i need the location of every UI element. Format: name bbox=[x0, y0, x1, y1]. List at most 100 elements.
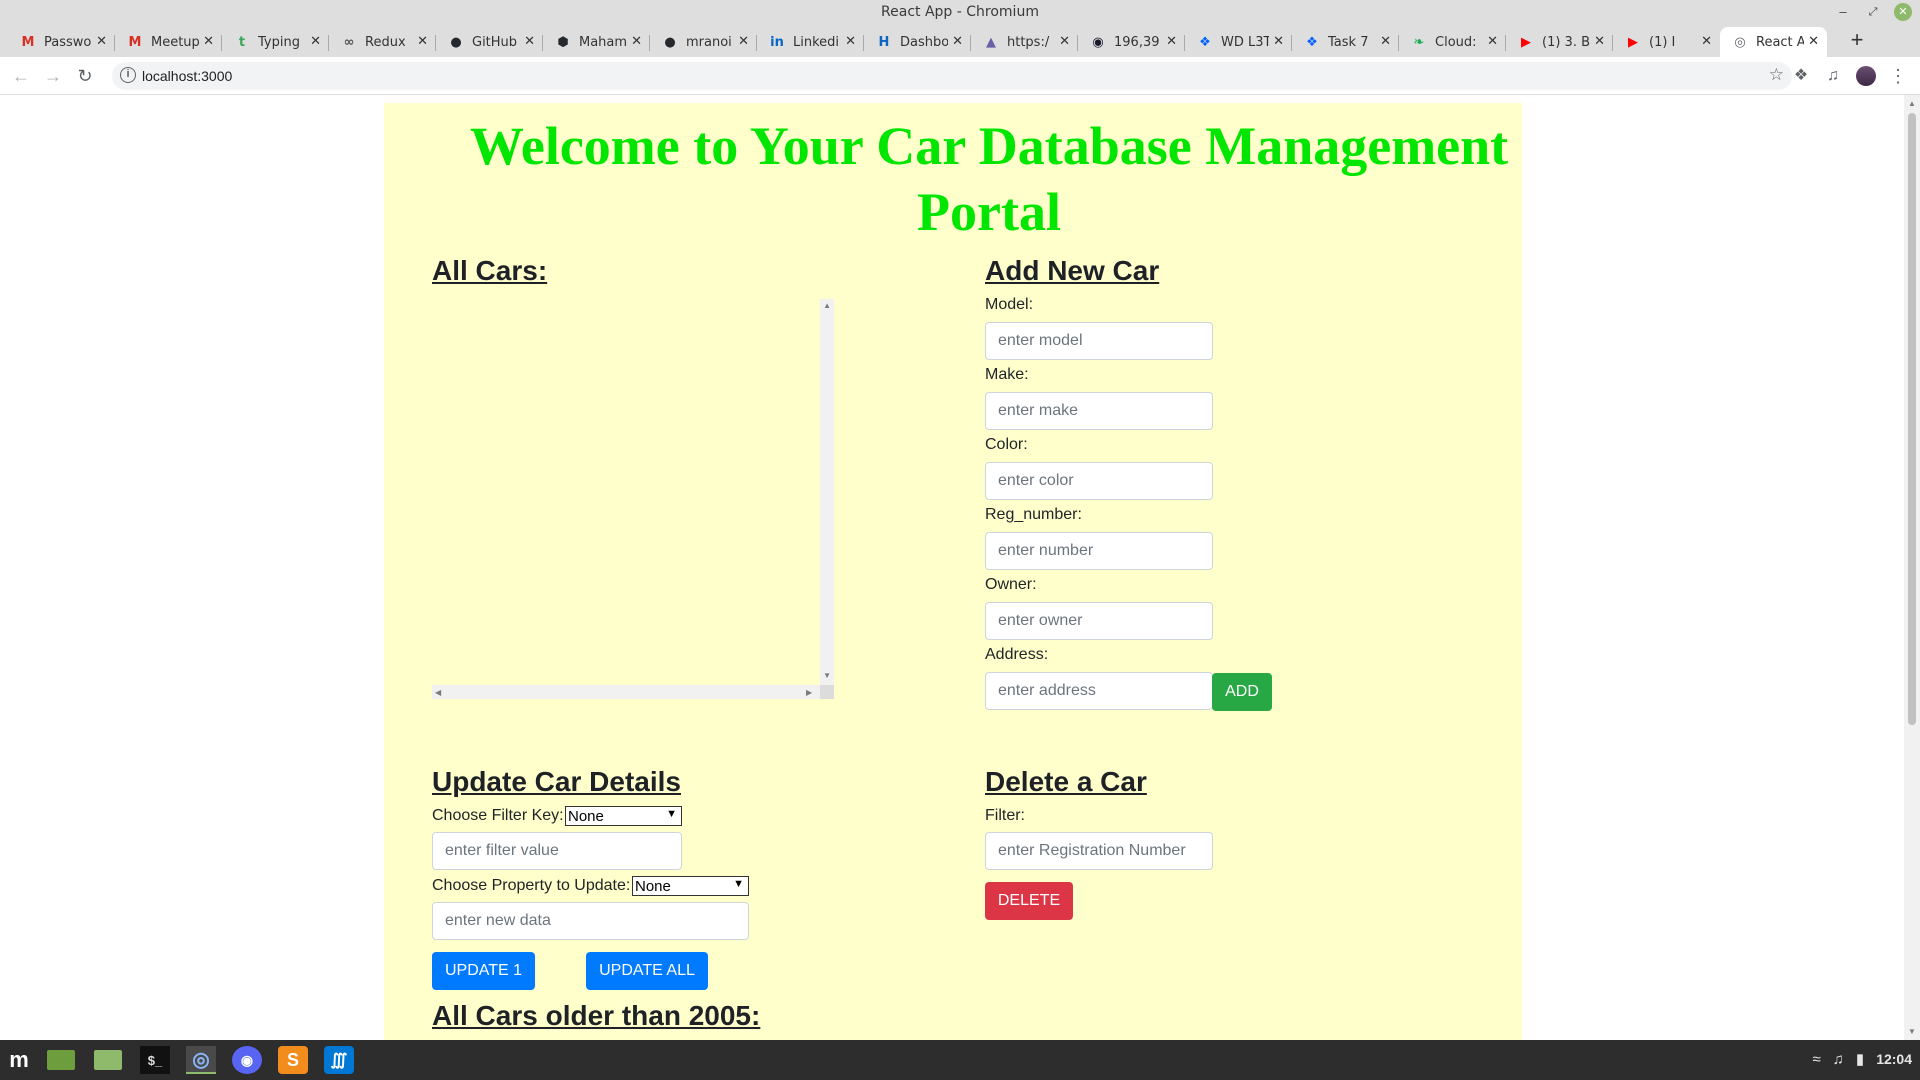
clock[interactable]: 12:04 bbox=[1876, 1051, 1912, 1067]
reload-icon[interactable]: ↻ bbox=[74, 65, 96, 87]
browser-tab[interactable]: ∞ Redux ✕ bbox=[329, 27, 436, 57]
browser-tab[interactable]: M Meetup ✕ bbox=[115, 27, 222, 57]
property-label: Choose Property to Update: bbox=[432, 877, 631, 894]
tab-title: Cloud: bbox=[1435, 34, 1477, 50]
browser-tab[interactable]: ▶ (1) 3. B ✕ bbox=[1506, 27, 1613, 57]
scroll-up-arrow-icon[interactable]: ▲ bbox=[823, 301, 831, 310]
youtube-icon: ▶ bbox=[1521, 34, 1531, 50]
vscode-icon[interactable]: ∭ bbox=[324, 1046, 354, 1074]
browser-tab[interactable]: ◎ React A ✕ bbox=[1720, 27, 1827, 57]
close-tab-icon[interactable]: ✕ bbox=[1594, 34, 1605, 49]
model-input[interactable] bbox=[985, 322, 1213, 360]
car-list-scroll-area[interactable]: ▲ ▼ ◀ ▶ bbox=[432, 299, 834, 699]
typing-icon: t bbox=[238, 34, 246, 50]
extensions-puzzle-icon[interactable]: ❖ bbox=[1791, 66, 1811, 86]
forward-arrow-icon[interactable]: → bbox=[42, 65, 64, 87]
back-arrow-icon[interactable]: ← bbox=[10, 65, 32, 87]
chrome-menu-icon[interactable]: ⋮ bbox=[1888, 66, 1908, 86]
tab-strip: M Passwo ✕ M Meetup ✕ t Typing ✕ ∞ Redux ✕ ● GitHub ✕ ⬢… bbox=[0, 25, 1920, 57]
close-tab-icon[interactable]: ✕ bbox=[1059, 34, 1070, 49]
mint-menu-icon[interactable]: m bbox=[4, 1046, 34, 1074]
color-input[interactable] bbox=[985, 462, 1213, 500]
media-controls-icon[interactable]: ♫ bbox=[1823, 66, 1843, 86]
terminal-icon[interactable]: $_ bbox=[140, 1046, 170, 1074]
profile-avatar[interactable] bbox=[1856, 66, 1876, 86]
scroll-down-arrow-icon[interactable]: ▼ bbox=[823, 671, 831, 680]
new-tab-button[interactable]: + bbox=[1845, 29, 1869, 53]
reg-number-input[interactable] bbox=[985, 532, 1213, 570]
browser-tab[interactable]: ❖ Task 7 ✕ bbox=[1292, 27, 1399, 57]
car-list-vertical-scrollbar[interactable] bbox=[820, 299, 834, 685]
browser-tab[interactable]: ● mranoi ✕ bbox=[650, 27, 757, 57]
address-bar[interactable]: i localhost:3000 ☆ bbox=[112, 62, 1792, 90]
close-tab-icon[interactable]: ✕ bbox=[524, 34, 535, 49]
page-scrollbar-thumb[interactable] bbox=[1908, 113, 1916, 725]
music-note-icon[interactable]: ♫ bbox=[1833, 1051, 1844, 1068]
filter-key-select[interactable]: None ▼ bbox=[565, 806, 682, 826]
browser-tab[interactable]: M Passwo ✕ bbox=[8, 27, 115, 57]
browser-tab[interactable]: ❖ WD L3T ✕ bbox=[1185, 27, 1292, 57]
filter-value-input[interactable] bbox=[432, 832, 682, 870]
update-car-heading: Update Car Details bbox=[432, 766, 681, 797]
make-input[interactable] bbox=[985, 392, 1213, 430]
close-tab-icon[interactable]: ✕ bbox=[952, 34, 963, 49]
files-icon[interactable] bbox=[93, 1046, 123, 1074]
close-tab-icon[interactable]: ✕ bbox=[1273, 34, 1284, 49]
add-car-button[interactable]: ADD bbox=[1212, 673, 1272, 711]
tab-title: https:/ bbox=[1007, 34, 1050, 50]
address-input[interactable] bbox=[985, 672, 1213, 710]
tab-title: WD L3T bbox=[1221, 34, 1269, 50]
scrollbar-corner bbox=[820, 685, 834, 699]
discord-icon[interactable]: ◉ bbox=[232, 1046, 262, 1074]
close-tab-icon[interactable]: ✕ bbox=[417, 34, 428, 49]
close-tab-icon[interactable]: ✕ bbox=[1808, 34, 1819, 49]
property-select[interactable]: None ▼ bbox=[632, 876, 749, 896]
browser-tab[interactable]: t Typing ✕ bbox=[222, 27, 329, 57]
glasses-icon: ∞ bbox=[343, 34, 355, 50]
close-window-button[interactable]: ✕ bbox=[1894, 3, 1912, 21]
scroll-up-arrow-icon[interactable]: ▲ bbox=[1908, 99, 1916, 108]
close-tab-icon[interactable]: ✕ bbox=[96, 34, 107, 49]
show-desktop-icon[interactable] bbox=[46, 1046, 76, 1074]
page-title: Welcome to Your Car Database Management … bbox=[469, 116, 1509, 242]
close-tab-icon[interactable]: ✕ bbox=[203, 34, 214, 49]
page-scrollbar[interactable]: ▲ ▼ bbox=[1904, 95, 1920, 1040]
scroll-right-arrow-icon[interactable]: ▶ bbox=[806, 688, 812, 697]
browser-tab[interactable]: ⬢ Maham ✕ bbox=[543, 27, 650, 57]
delete-car-heading: Delete a Car bbox=[985, 766, 1147, 797]
battery-icon[interactable]: ▮ bbox=[1856, 1050, 1864, 1068]
update-one-button[interactable]: UPDATE 1 bbox=[432, 952, 535, 990]
browser-tab[interactable]: ◉ 196,39 ✕ bbox=[1078, 27, 1185, 57]
close-tab-icon[interactable]: ✕ bbox=[1380, 34, 1391, 49]
property-selected: None bbox=[635, 877, 671, 895]
close-tab-icon[interactable]: ✕ bbox=[310, 34, 321, 49]
sublime-text-icon[interactable]: S bbox=[278, 1046, 308, 1074]
browser-tab[interactable]: ❧ Cloud: ✕ bbox=[1399, 27, 1506, 57]
browser-tab[interactable]: ● GitHub ✕ bbox=[436, 27, 543, 57]
close-tab-icon[interactable]: ✕ bbox=[631, 34, 642, 49]
close-tab-icon[interactable]: ✕ bbox=[738, 34, 749, 49]
browser-tab[interactable]: ▲ https:/ ✕ bbox=[971, 27, 1078, 57]
browser-tab[interactable]: H Dashbo ✕ bbox=[864, 27, 971, 57]
close-tab-icon[interactable]: ✕ bbox=[845, 34, 856, 49]
tab-title: 196,39 bbox=[1114, 34, 1160, 50]
close-tab-icon[interactable]: ✕ bbox=[1166, 34, 1177, 49]
scroll-down-arrow-icon[interactable]: ▼ bbox=[1908, 1027, 1916, 1036]
bookmark-star-icon[interactable]: ☆ bbox=[1769, 65, 1784, 85]
car-list-horizontal-scrollbar[interactable] bbox=[432, 685, 820, 699]
delete-button[interactable]: DELETE bbox=[985, 882, 1073, 920]
site-info-icon[interactable]: i bbox=[120, 67, 136, 83]
close-tab-icon[interactable]: ✕ bbox=[1487, 34, 1498, 49]
new-data-input[interactable] bbox=[432, 902, 749, 940]
owner-input[interactable] bbox=[985, 602, 1213, 640]
maximize-button[interactable]: ⤢ bbox=[1864, 3, 1882, 21]
update-all-button[interactable]: UPDATE ALL bbox=[586, 952, 708, 990]
browser-tab[interactable]: in Linkedi ✕ bbox=[757, 27, 864, 57]
scroll-left-arrow-icon[interactable]: ◀ bbox=[435, 688, 441, 697]
registration-number-input[interactable] bbox=[985, 832, 1213, 870]
minimize-button[interactable]: – bbox=[1834, 3, 1852, 21]
close-tab-icon[interactable]: ✕ bbox=[1701, 34, 1712, 49]
chromium-icon[interactable]: ◎ bbox=[186, 1046, 216, 1074]
browser-tab[interactable]: ▶ (1) I ✕ bbox=[1613, 27, 1720, 57]
wifi-icon[interactable]: ≈ bbox=[1812, 1051, 1820, 1068]
